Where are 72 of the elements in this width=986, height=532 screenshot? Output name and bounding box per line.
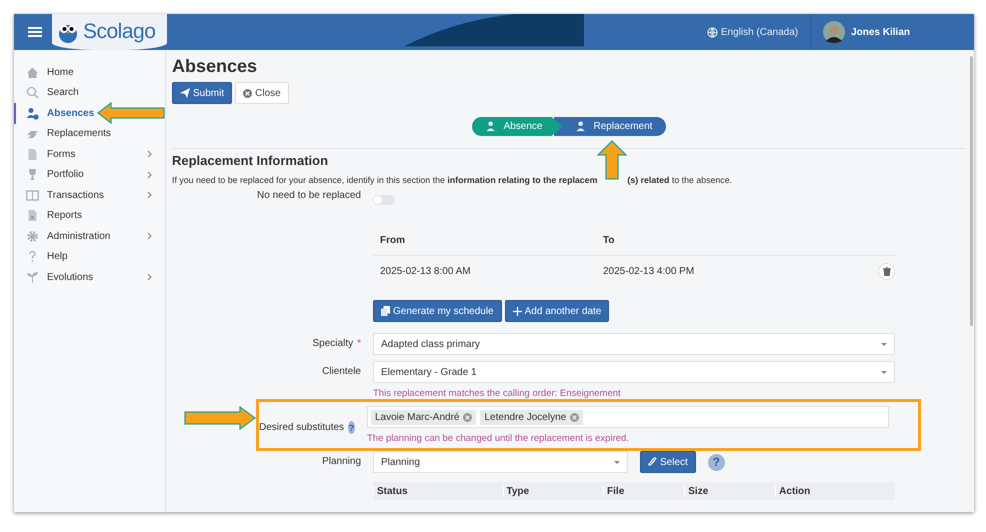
sidebar-item[interactable]: Portfolio	[14, 164, 154, 185]
substitutes-field[interactable]: Lavoie Marc-André Letendre Jocelyne	[367, 406, 889, 428]
close-icon	[243, 88, 252, 98]
clientele-dropdown[interactable]: Elementary - Grade 1	[373, 361, 895, 383]
remove-icon[interactable]	[463, 412, 472, 422]
description-text: (s) related to the absence.	[627, 175, 732, 185]
panel-icon	[26, 188, 39, 202]
sidebar-item[interactable]: Transactions	[14, 185, 154, 206]
sidebar-item[interactable]: Evolutions	[14, 267, 154, 288]
avatar-icon	[823, 21, 846, 43]
field-label: Desired substitutes	[259, 422, 344, 433]
column-header: Size	[684, 486, 776, 496]
substitute-tag: Letendre Jocelyne	[480, 410, 584, 424]
column-header: Type	[502, 486, 604, 496]
search-icon	[26, 86, 39, 100]
description-text: If you need to be replaced for your absence, identify in this section the information relating to the replacem	[172, 175, 598, 185]
column-header: From	[380, 234, 406, 246]
column-header: File	[603, 486, 684, 496]
section-title: Replacement Information	[172, 153, 330, 168]
copy-icon	[381, 306, 390, 316]
sidebar-item[interactable]: Help	[14, 246, 70, 267]
table-cell-text: 2025-02-13 4:00 PM	[603, 266, 696, 276]
spreadsheet-icon	[26, 209, 39, 222]
toggle-label: No need to be replaced	[256, 189, 361, 201]
field-label: Specialty	[312, 338, 354, 349]
person-icon	[26, 106, 39, 120]
sidebar-item[interactable]: Home	[14, 62, 76, 82]
plus-icon	[512, 306, 522, 316]
generate-schedule-button[interactable]: Generate my schedule	[373, 300, 502, 322]
sidebar-item[interactable]: Administration	[14, 226, 154, 246]
info-note: This replacement matches the calling order: Enseignement	[373, 388, 622, 399]
trophy-icon	[26, 168, 39, 182]
add-date-button[interactable]: Add another date	[504, 300, 610, 322]
pointer-arrow	[97, 102, 165, 124]
trash-icon	[882, 266, 890, 276]
info-note: The planning can be changed until the replacement is expired.	[367, 433, 630, 444]
sidebar-item[interactable]: Reports	[14, 206, 84, 226]
column-header: Status	[373, 486, 502, 496]
settings-icon	[26, 230, 39, 243]
paperclip-icon	[648, 457, 657, 467]
user-menu[interactable]: Jones Kilian	[851, 26, 974, 38]
sidebar-item[interactable]: Replacements	[14, 124, 113, 144]
scrollbar[interactable]	[970, 56, 973, 326]
person-icon	[576, 121, 588, 132]
paper-plane-icon	[180, 88, 190, 98]
globe-icon	[706, 26, 718, 38]
submit-button[interactable]: Submit	[172, 82, 232, 104]
field-label: Planning	[321, 455, 361, 467]
field-label: Clientele	[321, 365, 361, 377]
step-tab[interactable]: Replacement	[554, 117, 666, 136]
house-icon	[26, 66, 39, 79]
sprout-icon	[26, 270, 39, 284]
language-selector[interactable]: English (Canada)	[720, 26, 810, 38]
column-header: Action	[775, 486, 895, 496]
remove-icon[interactable]	[570, 412, 580, 422]
planning-dropdown[interactable]: Planning	[373, 451, 628, 473]
specialty-dropdown[interactable]: Adapted class primary	[373, 333, 895, 355]
required-mark: *	[357, 338, 361, 349]
sidebar-item[interactable]: Search	[14, 82, 81, 103]
page-title: Absences	[172, 56, 258, 77]
select-button[interactable]: Select	[640, 451, 696, 473]
table-cell-text: 2025-02-13 8:00 AM	[380, 266, 472, 276]
delete-button[interactable]	[878, 262, 895, 280]
document-icon	[26, 148, 39, 161]
toggle-switch[interactable]	[373, 195, 395, 205]
pointer-arrow	[597, 140, 628, 180]
close-button[interactable]: Close	[235, 82, 289, 104]
substitute-tag: Lavoie Marc-André	[371, 410, 476, 424]
logo-text: Scolago	[83, 20, 156, 44]
sidebar-item[interactable]: Forms	[14, 144, 154, 164]
sidebar-item[interactable]: Absences	[14, 103, 96, 124]
column-header: To	[603, 234, 616, 246]
